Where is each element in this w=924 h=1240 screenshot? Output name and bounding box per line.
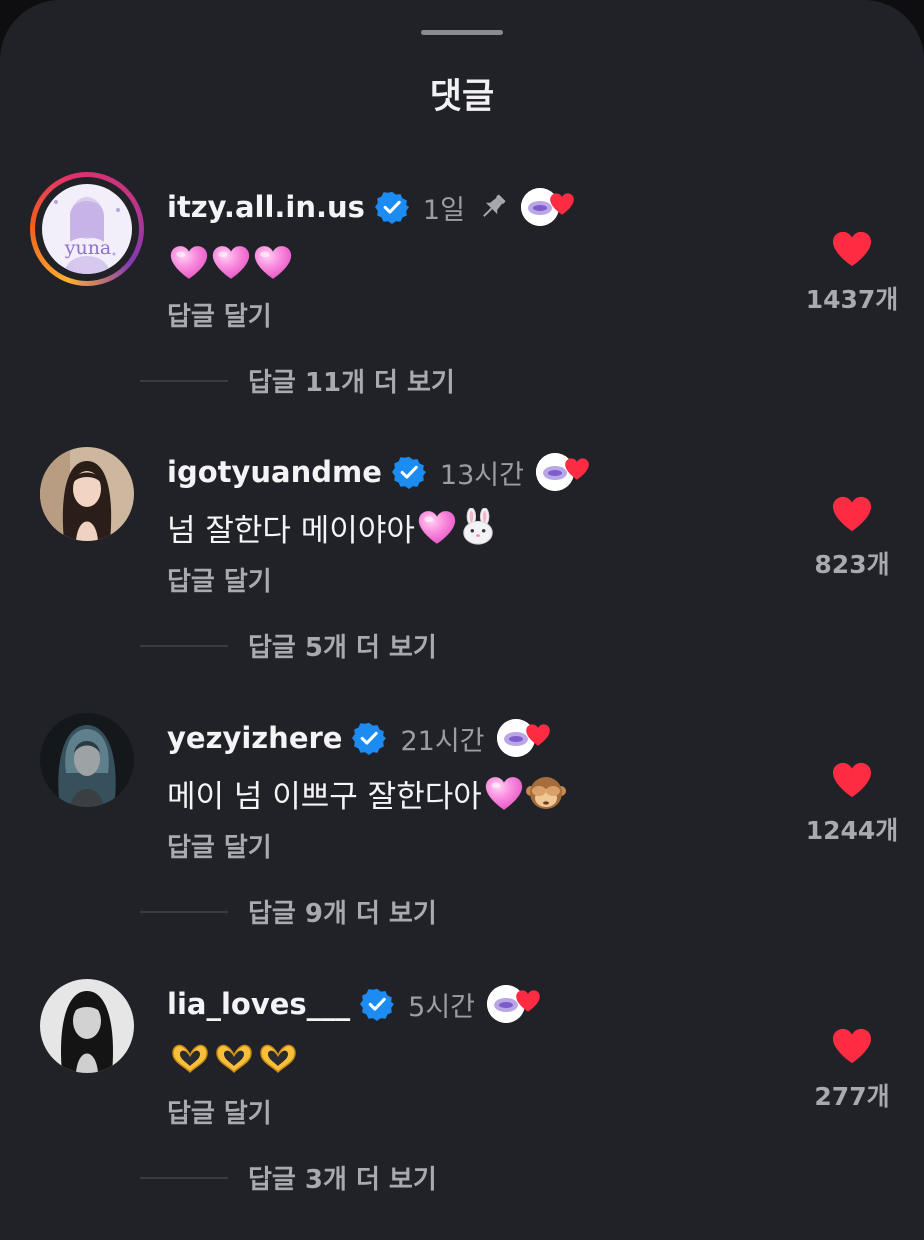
heart-icon[interactable] bbox=[800, 230, 904, 268]
divider bbox=[140, 644, 228, 647]
like-count: 277개 bbox=[814, 1082, 890, 1111]
pink-heart-icon bbox=[211, 244, 251, 281]
avatar[interactable] bbox=[40, 713, 134, 807]
verified-badge-icon bbox=[375, 190, 409, 224]
like-count: 1244개 bbox=[805, 816, 899, 845]
like-count: 823개 bbox=[814, 550, 890, 579]
verified-badge-icon bbox=[392, 455, 426, 489]
pink-heart-icon bbox=[169, 244, 209, 281]
timestamp: 1일 bbox=[422, 194, 465, 226]
heart-icon[interactable] bbox=[800, 495, 904, 533]
liked-by-creator-badge bbox=[535, 451, 594, 493]
liked-by-creator-badge bbox=[520, 186, 579, 228]
comment-header: yezyizhere 21시간 bbox=[167, 713, 555, 763]
comment-item: lia_loves___ 5시간 답글 달기 277개 답글 3개 더 보기 bbox=[0, 969, 924, 1219]
pink-heart-icon bbox=[253, 244, 293, 281]
verified-badge-icon bbox=[360, 987, 394, 1021]
like-count: 1437개 bbox=[805, 285, 899, 314]
drag-handle[interactable] bbox=[421, 30, 503, 35]
view-more-replies[interactable]: 답글 5개 더 보기 bbox=[140, 627, 437, 664]
view-more-replies-label: 답글 11개 더 보기 bbox=[248, 368, 455, 398]
reply-button[interactable]: 답글 달기 bbox=[167, 296, 272, 333]
comment-text: 넘 잘한다 메이야아 bbox=[167, 505, 497, 549]
avatar[interactable] bbox=[40, 979, 134, 1073]
rabbit-face-icon bbox=[459, 508, 497, 546]
divider bbox=[140, 910, 228, 913]
heart-icon[interactable] bbox=[800, 761, 904, 799]
comment-header: itzy.all.in.us 1일 bbox=[167, 182, 579, 232]
pin-icon bbox=[477, 191, 509, 223]
heart-icon bbox=[564, 457, 590, 485]
comment-text: 메이 넘 이쁘구 잘한다아 bbox=[167, 771, 566, 815]
divider bbox=[140, 379, 228, 382]
heart-icon bbox=[525, 723, 551, 751]
timestamp: 5시간 bbox=[408, 991, 476, 1023]
comment-text bbox=[167, 240, 293, 284]
username[interactable]: igotyuandme bbox=[167, 455, 382, 489]
pink-heart-icon bbox=[484, 775, 524, 812]
view-more-replies-label: 답글 5개 더 보기 bbox=[248, 633, 437, 663]
reply-button[interactable]: 답글 달기 bbox=[167, 1093, 272, 1130]
view-more-replies-label: 답글 9개 더 보기 bbox=[248, 899, 437, 929]
timestamp: 13시간 bbox=[439, 459, 524, 491]
avatar-lettering: yuna bbox=[64, 237, 112, 259]
view-more-replies[interactable]: 답글 11개 더 보기 bbox=[140, 362, 455, 399]
comment-item: igotyuandme 13시간 넘 잘한다 메이야아 답글 달기 823개 답… bbox=[0, 437, 924, 687]
comment-item: yezyizhere 21시간 메이 넘 이쁘구 잘한다아 답글 달기 1244… bbox=[0, 703, 924, 953]
divider bbox=[140, 1176, 228, 1179]
heart-icon bbox=[549, 192, 575, 220]
like-control: 277개 bbox=[800, 1027, 904, 1113]
heart-hands-icon bbox=[213, 1042, 255, 1076]
avatar[interactable]: yuna bbox=[42, 184, 132, 274]
username[interactable]: lia_loves___ bbox=[167, 987, 350, 1021]
timestamp: 21시간 bbox=[400, 725, 485, 757]
like-control: 1244개 bbox=[800, 761, 904, 847]
like-control: 823개 bbox=[800, 495, 904, 581]
username[interactable]: yezyizhere bbox=[167, 721, 342, 755]
liked-by-creator-badge bbox=[496, 717, 555, 759]
view-more-replies-label: 답글 3개 더 보기 bbox=[248, 1165, 437, 1195]
comment-header: igotyuandme 13시간 bbox=[167, 447, 594, 497]
see-no-evil-monkey-icon bbox=[526, 773, 566, 813]
sheet-title: 댓글 bbox=[429, 77, 495, 117]
verified-badge-icon bbox=[352, 721, 386, 755]
liked-by-creator-badge bbox=[487, 983, 545, 1025]
view-more-replies[interactable]: 답글 3개 더 보기 bbox=[140, 1159, 437, 1196]
comment-item: yuna itzy.all.in.us 1일 답글 달기 1437개 답글 11… bbox=[0, 172, 924, 422]
avatar[interactable] bbox=[40, 447, 134, 541]
heart-hands-icon bbox=[169, 1042, 211, 1076]
comment-header: lia_loves___ 5시간 bbox=[167, 979, 545, 1029]
view-more-replies[interactable]: 답글 9개 더 보기 bbox=[140, 893, 437, 930]
username[interactable]: itzy.all.in.us bbox=[167, 190, 365, 224]
heart-icon bbox=[515, 989, 541, 1017]
heart-icon[interactable] bbox=[800, 1027, 904, 1065]
pink-heart-icon bbox=[417, 509, 457, 546]
comments-sheet: 댓글 yuna itzy.all.in.us 1일 답글 달기 1437개 답글… bbox=[0, 0, 924, 1240]
like-control: 1437개 bbox=[800, 230, 904, 316]
reply-button[interactable]: 답글 달기 bbox=[167, 827, 272, 864]
reply-button[interactable]: 답글 달기 bbox=[167, 561, 272, 598]
comment-text bbox=[167, 1037, 299, 1081]
heart-hands-icon bbox=[257, 1042, 299, 1076]
